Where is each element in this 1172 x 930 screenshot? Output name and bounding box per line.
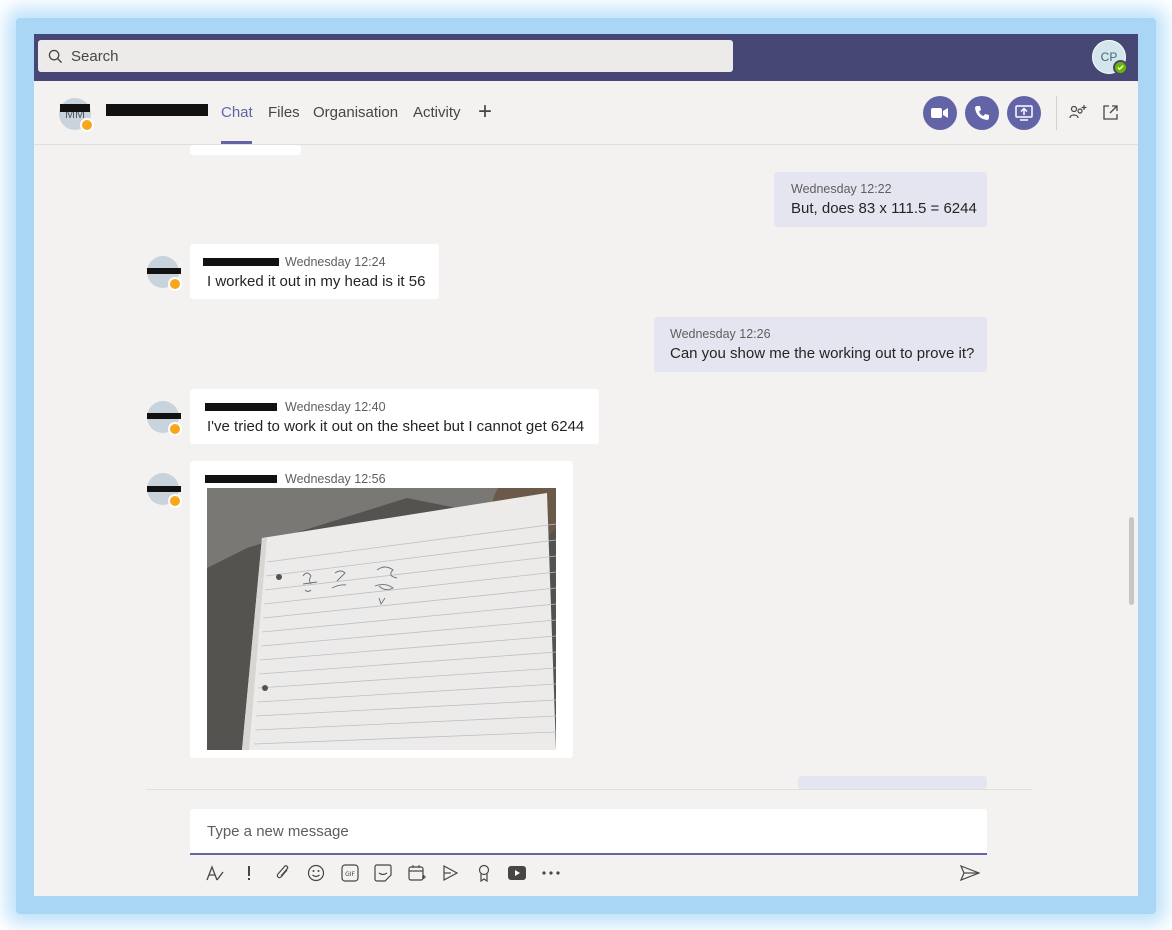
attached-photo[interactable] xyxy=(207,488,556,750)
search-box[interactable]: Search xyxy=(38,40,733,72)
message-timestamp: Wednesday 12:40 xyxy=(285,400,386,414)
tab-activity[interactable]: Activity xyxy=(413,104,461,121)
svg-text:GIF: GIF xyxy=(345,871,355,878)
previous-message-partial xyxy=(190,145,301,155)
redacted-contact-name xyxy=(106,104,208,116)
add-people-icon[interactable] xyxy=(1069,104,1087,125)
message-bubble[interactable] xyxy=(190,389,599,444)
youtube-icon[interactable] xyxy=(506,862,528,884)
redacted-sender-name xyxy=(203,258,279,266)
tab-organisation[interactable]: Organisation xyxy=(313,104,398,121)
away-status-icon xyxy=(168,494,182,508)
redacted-sender-name xyxy=(205,403,277,411)
message-timestamp: Wednesday 12:22 xyxy=(791,182,892,196)
message-input[interactable]: Type a new message xyxy=(207,823,349,840)
teams-window: Search CP MM Chat Files Organisation Act… xyxy=(34,34,1138,896)
message-text: But, does 83 x 111.5 = 6244 xyxy=(791,200,977,217)
video-call-button[interactable] xyxy=(923,96,957,130)
search-icon xyxy=(48,49,63,63)
more-icon[interactable] xyxy=(540,862,562,884)
add-tab-icon[interactable]: + xyxy=(478,98,492,126)
user-avatar[interactable]: CP xyxy=(1092,40,1128,75)
chat-header: MM Chat Files Organisation Activity + xyxy=(34,81,1138,145)
compose-divider xyxy=(146,789,1032,790)
compose-box[interactable]: Type a new message xyxy=(190,809,987,855)
message-timestamp: Wednesday 12:56 xyxy=(285,472,386,486)
away-status-icon xyxy=(168,422,182,436)
attach-icon[interactable] xyxy=(272,862,294,884)
video-call-icon xyxy=(931,108,948,118)
away-status-icon xyxy=(168,277,182,291)
message-text: Can you show me the working out to prove… xyxy=(670,345,975,362)
header-divider xyxy=(1056,96,1057,130)
available-status-icon xyxy=(1113,60,1128,75)
message-bubble[interactable] xyxy=(190,244,439,299)
message-text: I've tried to work it out on the sheet b… xyxy=(207,418,585,435)
redacted-sender-name xyxy=(205,475,277,483)
share-screen-button[interactable] xyxy=(1007,96,1041,130)
stream-icon[interactable] xyxy=(439,862,461,884)
redacted-name xyxy=(60,104,90,112)
sticker-icon[interactable] xyxy=(372,862,394,884)
audio-call-icon xyxy=(975,106,989,120)
audio-call-button[interactable] xyxy=(965,96,999,130)
active-tab-indicator xyxy=(221,141,252,144)
emoji-icon[interactable] xyxy=(305,862,327,884)
redacted-initials xyxy=(147,413,181,419)
redacted-initials xyxy=(147,486,181,492)
gif-icon[interactable]: GIF xyxy=(339,862,361,884)
praise-icon[interactable] xyxy=(473,862,495,884)
message-timestamp: Wednesday 12:26 xyxy=(670,327,771,341)
next-message-partial xyxy=(798,776,987,789)
search-input[interactable]: Search xyxy=(71,48,119,65)
message-timestamp: Wednesday 12:24 xyxy=(285,255,386,269)
pop-out-icon[interactable] xyxy=(1102,104,1119,126)
chat-scrollbar[interactable] xyxy=(1129,517,1134,605)
redacted-initials xyxy=(147,268,181,274)
format-icon[interactable] xyxy=(204,862,226,884)
title-bar: Search CP xyxy=(34,34,1138,81)
share-screen-icon xyxy=(1015,105,1033,121)
tab-files[interactable]: Files xyxy=(268,104,300,121)
schedule-meeting-icon[interactable] xyxy=(406,862,428,884)
message-text: I worked it out in my head is it 56 xyxy=(207,273,426,290)
important-icon[interactable] xyxy=(238,862,260,884)
away-status-icon xyxy=(80,118,94,132)
tab-chat[interactable]: Chat xyxy=(221,104,253,121)
send-icon[interactable] xyxy=(959,862,981,884)
